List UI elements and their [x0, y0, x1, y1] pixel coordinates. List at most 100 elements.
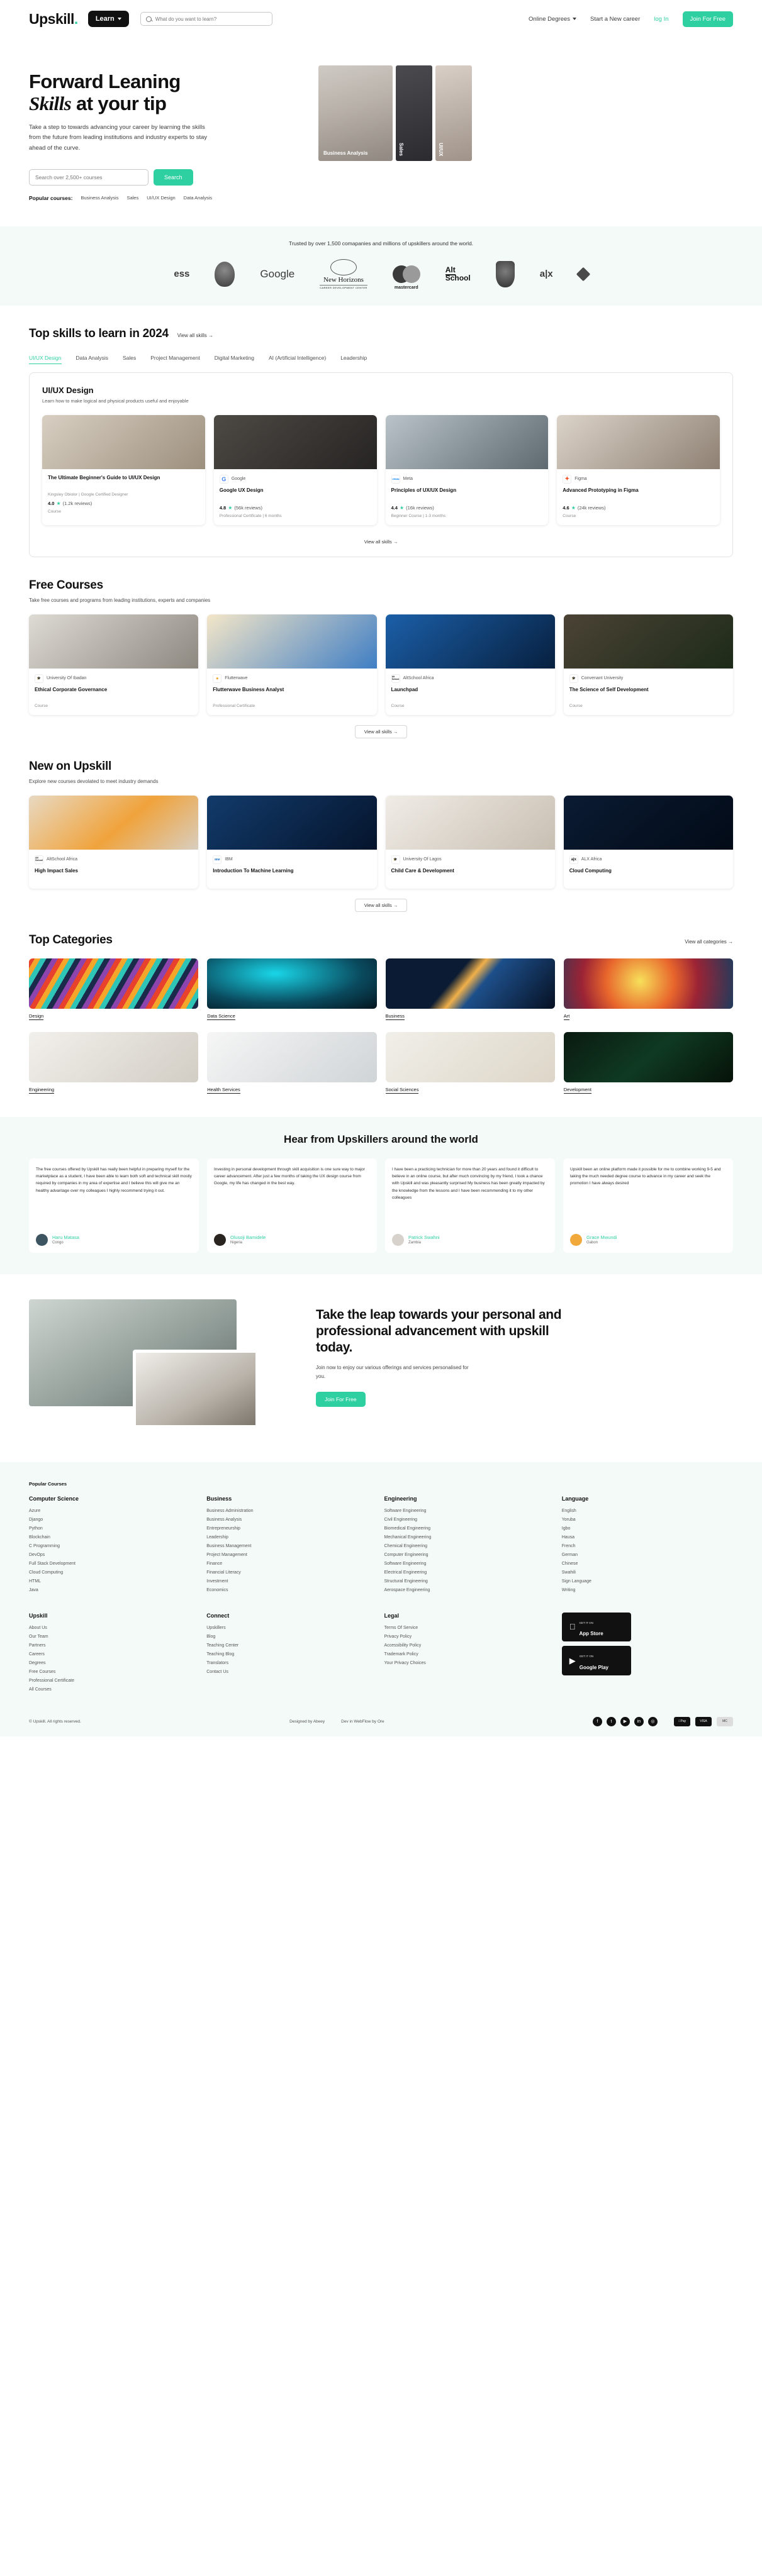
linkedin-icon[interactable]: in: [634, 1716, 644, 1726]
footer-link[interactable]: Professional Certificate: [29, 1677, 200, 1685]
footer-link[interactable]: Upskillers: [206, 1624, 378, 1633]
footer-link[interactable]: Business Management: [206, 1542, 378, 1551]
hero-search-input[interactable]: [29, 169, 148, 186]
footer-link[interactable]: Partners: [29, 1641, 200, 1650]
search-input[interactable]: [155, 16, 267, 22]
category-card[interactable]: Social Sciences: [385, 1031, 555, 1094]
footer-link[interactable]: Full Stack Development: [29, 1560, 200, 1568]
nav-online-degrees[interactable]: Online Degrees: [529, 16, 577, 23]
footer-link[interactable]: Electrical Engineering: [384, 1568, 556, 1577]
footer-link[interactable]: Business Analysis: [206, 1516, 378, 1524]
category-card[interactable]: Design: [29, 958, 199, 1021]
instagram-icon[interactable]: ◎: [647, 1716, 658, 1726]
footer-link[interactable]: Aerospace Engineering: [384, 1586, 556, 1595]
category-card[interactable]: Development: [563, 1031, 733, 1094]
course-card[interactable]: ∞Meta Meta Principles of UX/UX Design 4.…: [385, 414, 549, 525]
course-card[interactable]: 🎓 University Of Lagos Child Care & Devel…: [385, 795, 555, 889]
footer-link[interactable]: Degrees: [29, 1659, 200, 1668]
footer-link[interactable]: Our Team: [29, 1633, 200, 1641]
course-card[interactable]: The Ultimate Beginner's Guide to UI/UX D…: [42, 414, 205, 525]
course-card[interactable]: Alt School AltSchool Africa High Impact S…: [29, 795, 199, 889]
footer-link[interactable]: Hausa: [562, 1533, 733, 1542]
footer-link[interactable]: Finance: [206, 1560, 378, 1568]
footer-link[interactable]: Teaching Blog: [206, 1650, 378, 1659]
tab-data-analysis[interactable]: Data Analysis: [76, 355, 109, 364]
footer-link[interactable]: Computer Engineering: [384, 1551, 556, 1560]
footer-link[interactable]: Structural Engineering: [384, 1577, 556, 1586]
app-store-button[interactable]:  GET IT ON App Store: [561, 1612, 631, 1642]
category-card[interactable]: Data Science: [207, 958, 377, 1021]
footer-link[interactable]: Swahili: [562, 1568, 733, 1577]
nav-start-new-career[interactable]: Start a New career: [590, 16, 640, 23]
view-all-categories-link[interactable]: View all categories →: [685, 939, 733, 945]
tab-sales[interactable]: Sales: [123, 355, 136, 364]
category-card[interactable]: Art: [563, 958, 733, 1021]
footer-link[interactable]: Translators: [206, 1659, 378, 1668]
footer-link[interactable]: All Courses: [29, 1685, 200, 1694]
footer-link[interactable]: About Us: [29, 1624, 200, 1633]
footer-link[interactable]: German: [562, 1551, 733, 1560]
footer-link[interactable]: Financial Literacy: [206, 1568, 378, 1577]
tab-ai[interactable]: AI (Artificial Intelligence): [269, 355, 326, 364]
footer-link[interactable]: Cloud Computing: [29, 1568, 200, 1577]
course-card[interactable]: ◈ Flutterwave Flutterwave Business Analy…: [207, 614, 377, 715]
popular-course-link[interactable]: UI/UX Design: [147, 195, 175, 201]
footer-link[interactable]: Investment: [206, 1577, 378, 1586]
tab-project-management[interactable]: Project Management: [150, 355, 199, 364]
popular-course-link[interactable]: Data Analysis: [184, 195, 212, 201]
footer-link[interactable]: Django: [29, 1516, 200, 1524]
footer-link[interactable]: Chinese: [562, 1560, 733, 1568]
popular-course-link[interactable]: Business Analysis: [81, 195, 118, 201]
footer-link[interactable]: DevOps: [29, 1551, 200, 1560]
footer-link[interactable]: French: [562, 1542, 733, 1551]
footer-link[interactable]: Blog: [206, 1633, 378, 1641]
footer-link[interactable]: Biomedical Engineering: [384, 1524, 556, 1533]
course-card[interactable]: 🎓 University Of Ibadan Ethical Corporate…: [29, 614, 199, 715]
footer-link[interactable]: Chemical Engineering: [384, 1542, 556, 1551]
course-card[interactable]: ✦ Figma Advanced Prototyping in Figma 4.…: [557, 414, 720, 525]
footer-link[interactable]: Terms Of Service: [384, 1624, 556, 1633]
category-card[interactable]: Engineering: [29, 1031, 199, 1094]
footer-link[interactable]: Java: [29, 1586, 200, 1595]
view-all-new-courses-button[interactable]: View all skills →: [354, 898, 408, 912]
footer-link[interactable]: Project Management: [206, 1551, 378, 1560]
course-card[interactable]: Alt School AltSchool Africa Launchpad Cou…: [385, 614, 555, 715]
footer-link[interactable]: Blockchain: [29, 1533, 200, 1542]
footer-link[interactable]: HTML: [29, 1577, 200, 1586]
footer-link[interactable]: Software Engineering: [384, 1560, 556, 1568]
footer-link[interactable]: Python: [29, 1524, 200, 1533]
footer-link[interactable]: Leadership: [206, 1533, 378, 1542]
cta-join-button[interactable]: Join For Free: [316, 1392, 366, 1407]
youtube-icon[interactable]: ▶: [620, 1716, 630, 1726]
footer-link[interactable]: Entrepreneurship: [206, 1524, 378, 1533]
login-link[interactable]: log In: [654, 16, 668, 23]
footer-link[interactable]: Trademark Policy: [384, 1650, 556, 1659]
footer-link[interactable]: Yoruba: [562, 1516, 733, 1524]
footer-link[interactable]: English: [562, 1507, 733, 1516]
footer-link[interactable]: Contact Us: [206, 1668, 378, 1677]
footer-link[interactable]: Azure: [29, 1507, 200, 1516]
course-card[interactable]: 🎓 Convenant University The Science of Se…: [563, 614, 733, 715]
footer-link[interactable]: Writing: [562, 1586, 733, 1595]
course-card[interactable]: IBM IBM Introduction To Machine Learning: [207, 795, 377, 889]
logo[interactable]: Upskill.: [29, 11, 78, 28]
view-all-skills-link[interactable]: View all skills →: [177, 333, 213, 338]
join-for-free-button[interactable]: Join For Free: [682, 11, 733, 27]
twitter-icon[interactable]: t: [606, 1716, 616, 1726]
footer-link[interactable]: Software Engineering: [384, 1507, 556, 1516]
footer-link[interactable]: Accessibility Policy: [384, 1641, 556, 1650]
footer-link[interactable]: Business Administration: [206, 1507, 378, 1516]
view-all-skills-bottom-link[interactable]: View all skills →: [364, 539, 398, 545]
footer-link[interactable]: Careers: [29, 1650, 200, 1659]
footer-link[interactable]: Privacy Policy: [384, 1633, 556, 1641]
popular-course-link[interactable]: Sales: [126, 195, 138, 201]
tab-digital-marketing[interactable]: Digital Marketing: [215, 355, 254, 364]
footer-link[interactable]: Sign Language: [562, 1577, 733, 1586]
view-all-free-courses-button[interactable]: View all skills →: [354, 724, 408, 738]
category-card[interactable]: Health Services: [207, 1031, 377, 1094]
facebook-icon[interactable]: f: [592, 1716, 602, 1726]
footer-link[interactable]: Your Privacy Choices: [384, 1659, 556, 1668]
tab-uiux-design[interactable]: UI/UX Design: [29, 355, 62, 364]
tab-leadership[interactable]: Leadership: [340, 355, 367, 364]
category-card[interactable]: Business: [385, 958, 555, 1021]
